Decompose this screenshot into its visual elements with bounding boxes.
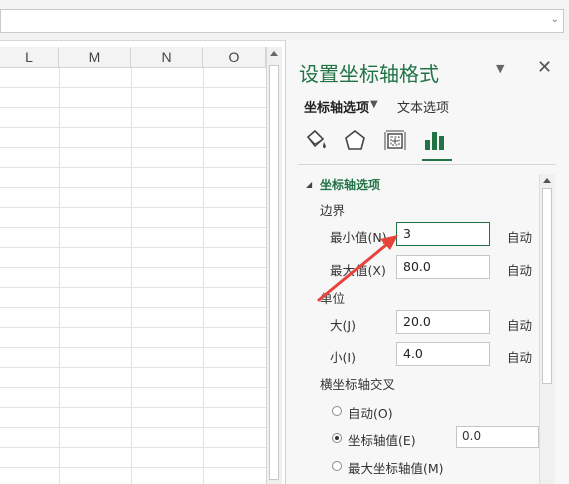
fill-line-icon[interactable] [302, 128, 332, 156]
pane-scroll-up-arrow-icon[interactable] [543, 178, 551, 183]
pane-scroll-content: ◢ 坐标轴选项 边界 最小值(N) 3 自动 最大值(X) 80.0 自动 单位… [286, 174, 569, 484]
close-icon[interactable]: ✕ [537, 57, 552, 78]
sheet-vertical-scrollbar[interactable] [266, 47, 282, 484]
chevron-down-icon[interactable]: ▼ [496, 62, 504, 75]
spreadsheet-grid-area: L M N O [0, 47, 266, 484]
divider [298, 164, 556, 165]
minor-auto-button[interactable]: 自动 [507, 347, 532, 366]
major-unit-label: 大(J) [330, 318, 356, 333]
section-title-axis-options[interactable]: 坐标轴选项 [320, 176, 380, 193]
bounds-label: 边界 [320, 203, 346, 218]
cross-max-radio[interactable] [332, 461, 342, 471]
cross-auto-radio[interactable] [332, 406, 342, 416]
pane-title: 设置坐标轴格式 [299, 62, 439, 86]
major-unit-input[interactable]: 20.0 [396, 310, 490, 334]
category-icon-row [302, 128, 482, 161]
column-header-o[interactable]: O [203, 47, 266, 67]
min-label: 最小值(N) [330, 230, 387, 245]
cross-max-label[interactable]: 最大坐标轴值(M) [348, 458, 444, 477]
cross-axis-value-radio[interactable] [332, 433, 342, 443]
cross-axis-value-input[interactable]: 0.0 [456, 426, 539, 448]
max-value-input[interactable]: 80.0 [396, 255, 490, 279]
minor-unit-label: 小(I) [330, 350, 356, 365]
column-headers: L M N O [0, 47, 266, 68]
axis-cross-label: 横坐标轴交叉 [320, 377, 396, 392]
tab-options-dropdown-icon[interactable]: ▼ [370, 99, 378, 110]
cell-grid[interactable] [0, 68, 266, 484]
tab-text-options[interactable]: 文本选项 [397, 97, 449, 116]
formula-expand-icon[interactable]: ⌄ [551, 14, 559, 25]
major-auto-button[interactable]: 自动 [507, 315, 532, 334]
column-header-l[interactable]: L [0, 47, 59, 67]
tab-axis-options[interactable]: 坐标轴选项 [304, 97, 369, 116]
cross-axis-value-label[interactable]: 坐标轴值(E) [348, 430, 416, 449]
size-properties-icon[interactable] [382, 128, 412, 156]
min-auto-button[interactable]: 自动 [507, 227, 532, 246]
collapse-triangle-icon[interactable]: ◢ [306, 180, 312, 189]
units-label: 单位 [320, 291, 346, 306]
cross-auto-label[interactable]: 自动(O) [348, 403, 393, 422]
formula-bar: ⌄ [0, 0, 569, 41]
max-label: 最大值(X) [330, 263, 386, 278]
pane-scroll-thumb[interactable] [542, 188, 552, 384]
max-auto-button[interactable]: 自动 [507, 260, 532, 279]
pane-vertical-scrollbar[interactable] [539, 174, 555, 484]
minor-unit-input[interactable]: 4.0 [396, 342, 490, 366]
effects-icon[interactable] [342, 128, 372, 156]
column-header-n[interactable]: N [131, 47, 203, 67]
selected-category-indicator [422, 154, 452, 161]
formula-input[interactable]: ⌄ [0, 9, 564, 33]
scroll-thumb[interactable] [269, 65, 279, 480]
column-header-m[interactable]: M [59, 47, 131, 67]
min-value-input[interactable]: 3 [396, 222, 490, 246]
scroll-up-arrow-icon[interactable] [270, 51, 278, 56]
axis-options-icon[interactable] [422, 128, 452, 156]
format-axis-pane: 设置坐标轴格式 ▼ ✕ 坐标轴选项 ▼ 文本选项 ◢ 坐标轴选项 边界 最小值(… [285, 40, 569, 484]
